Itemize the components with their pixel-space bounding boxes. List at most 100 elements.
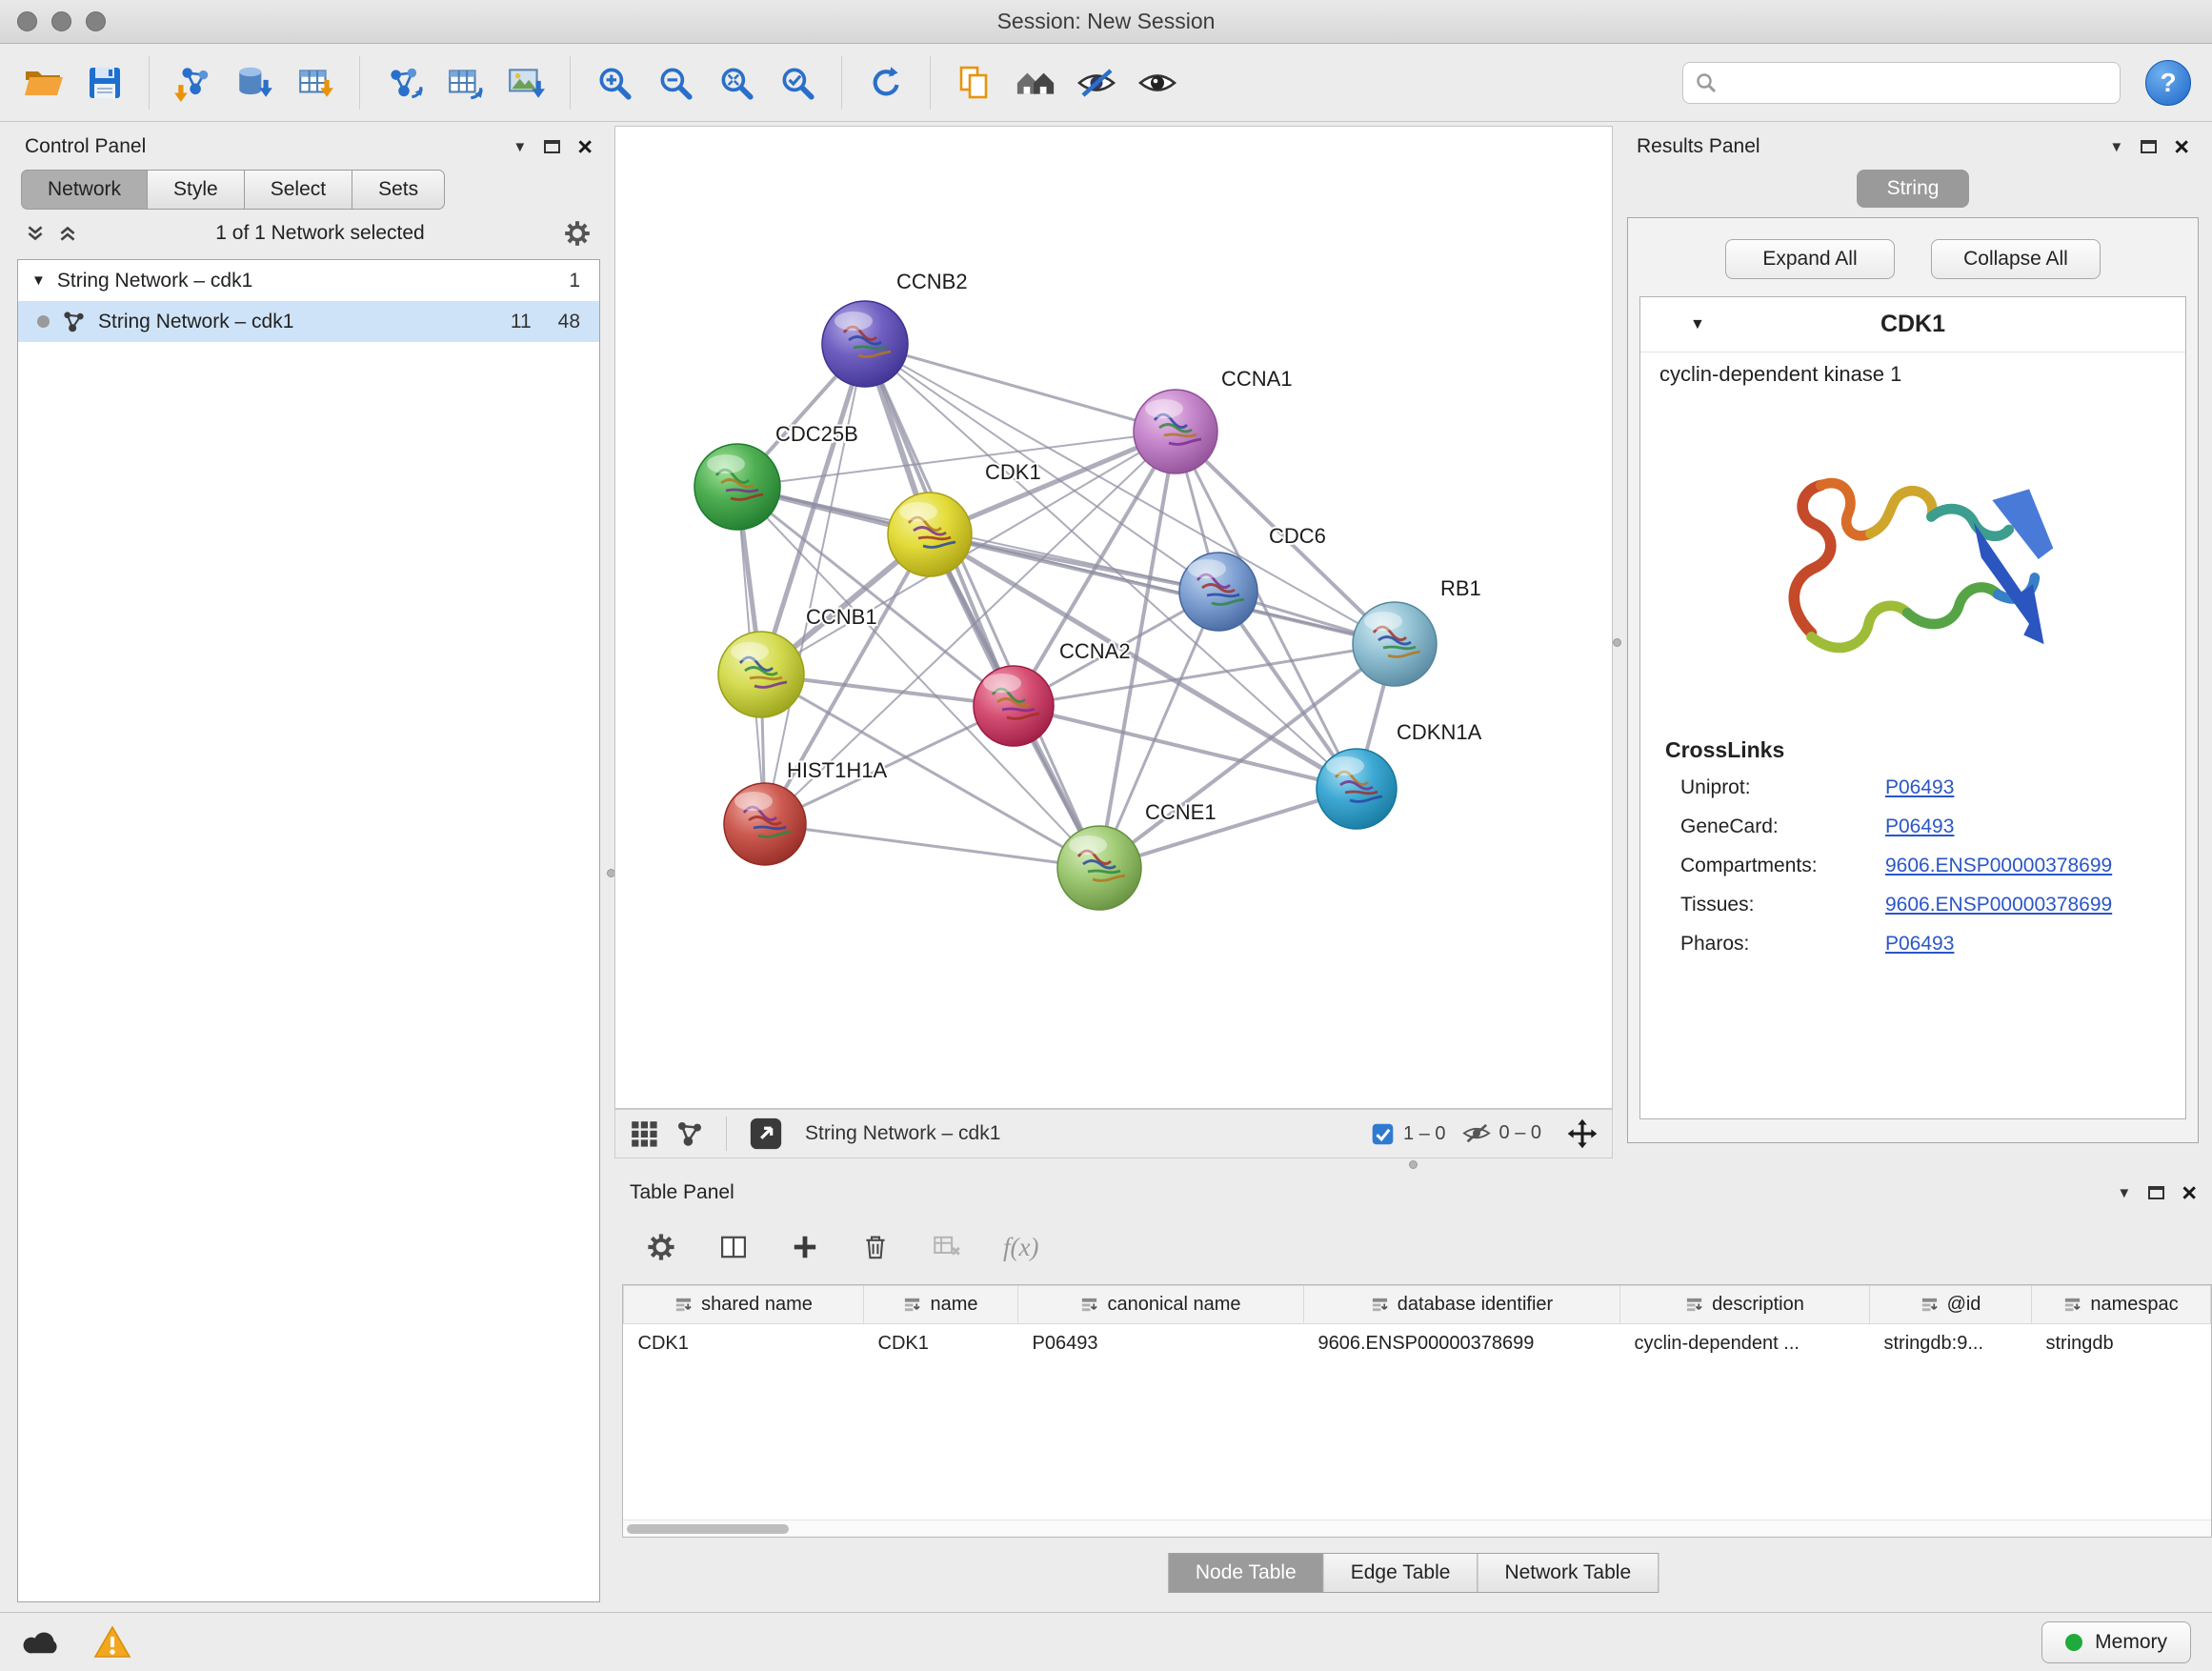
hidden-eye-slash-icon[interactable] — [1461, 1119, 1492, 1147]
hide-graphics-details-button[interactable] — [1068, 53, 1125, 112]
network-collection-row[interactable]: ▼ String Network – cdk1 1 — [18, 260, 599, 301]
show-graphics-details-button[interactable] — [1129, 53, 1186, 112]
zoom-in-button[interactable] — [586, 53, 643, 112]
zoom-fit-button[interactable] — [708, 53, 765, 112]
selected-checkbox-icon[interactable] — [1370, 1121, 1396, 1147]
cloud-icon[interactable] — [21, 1626, 65, 1658]
zoom-window-button[interactable] — [86, 11, 106, 31]
tab-edge-table[interactable]: Edge Table — [1323, 1553, 1478, 1593]
export-image-button[interactable] — [497, 53, 554, 112]
import-network-database-button[interactable] — [226, 53, 283, 112]
tab-string[interactable]: String — [1857, 170, 1970, 208]
network-node-CCNB1[interactable]: CCNB1 — [718, 605, 877, 717]
network-edge[interactable] — [865, 344, 1099, 868]
network-node-CCNA1[interactable]: CCNA1 — [1134, 367, 1293, 473]
column-header[interactable]: database identifier — [1304, 1286, 1620, 1324]
cell-description[interactable]: cyclin-dependent ... — [1620, 1324, 1870, 1364]
network-canvas[interactable]: CCNB2CCNA1CDC25BCDK1CDC6RB1CCNB1CCNA2CDK… — [614, 126, 1613, 1109]
compartments-link[interactable]: 9606.ENSP00000378699 — [1885, 855, 2166, 877]
column-header[interactable]: namespac — [2032, 1286, 2211, 1324]
tab-network-table[interactable]: Network Table — [1477, 1553, 1659, 1593]
column-header[interactable]: shared name — [624, 1286, 864, 1324]
collapse-all-button[interactable]: Collapse All — [1931, 239, 2101, 279]
float-panel-icon[interactable] — [2141, 140, 2157, 153]
show-columns-icon[interactable] — [717, 1231, 750, 1263]
genecard-link[interactable]: P06493 — [1885, 815, 2166, 838]
network-row[interactable]: String Network – cdk1 11 48 — [18, 301, 599, 342]
left-splitter[interactable] — [608, 126, 614, 1610]
delete-table-icon[interactable] — [931, 1231, 963, 1263]
single-view-icon[interactable] — [674, 1118, 705, 1149]
delete-column-trash-icon[interactable] — [860, 1232, 891, 1262]
column-header[interactable]: @id — [1870, 1286, 2032, 1324]
network-node-CDC6[interactable]: CDC6 — [1179, 524, 1326, 631]
cell-shared-name[interactable]: CDK1 — [624, 1324, 864, 1364]
reapply-layout-button[interactable] — [857, 53, 915, 112]
show-panels-button[interactable] — [1007, 53, 1064, 112]
tissues-link[interactable]: 9606.ENSP00000378699 — [1885, 894, 2166, 916]
panel-menu-icon[interactable]: ▼ — [2109, 139, 2123, 155]
memory-button[interactable]: Memory — [2041, 1621, 2191, 1663]
zoom-selected-button[interactable] — [769, 53, 826, 112]
export-table-button[interactable] — [436, 53, 493, 112]
network-edge[interactable] — [930, 534, 1395, 644]
collapse-all-icon[interactable] — [25, 223, 46, 244]
tab-sets[interactable]: Sets — [352, 170, 445, 210]
tab-style[interactable]: Style — [147, 170, 244, 210]
network-node-CDKN1A[interactable]: CDKN1A — [1317, 720, 1482, 829]
cell-id[interactable]: stringdb:9... — [1870, 1324, 2032, 1364]
network-node-CCNE1[interactable]: CCNE1 — [1057, 800, 1217, 910]
network-edge[interactable] — [865, 344, 1395, 644]
tab-network[interactable]: Network — [21, 170, 147, 210]
export-network-button[interactable] — [375, 53, 432, 112]
close-panel-icon[interactable]: × — [577, 134, 593, 160]
close-panel-icon[interactable]: × — [2174, 134, 2189, 160]
cell-database-identifier[interactable]: 9606.ENSP00000378699 — [1304, 1324, 1620, 1364]
column-header[interactable]: description — [1620, 1286, 1870, 1324]
collapse-caret-icon[interactable]: ▼ — [1690, 316, 1705, 333]
protein-card-header[interactable]: ▼ CDK1 — [1640, 297, 2185, 352]
column-header[interactable]: canonical name — [1018, 1286, 1304, 1324]
scrollbar-thumb[interactable] — [627, 1524, 789, 1534]
gear-icon[interactable] — [562, 218, 593, 249]
cell-namespace[interactable]: stringdb — [2032, 1324, 2211, 1364]
import-network-button[interactable] — [165, 53, 222, 112]
import-table-button[interactable] — [287, 53, 344, 112]
network-graph[interactable]: CCNB2CCNA1CDC25BCDK1CDC6RB1CCNB1CCNA2CDK… — [615, 127, 1612, 1108]
bottom-splitter[interactable] — [614, 1158, 2212, 1172]
minimize-window-button[interactable] — [51, 11, 71, 31]
search-input[interactable] — [1727, 72, 2108, 94]
grid-view-icon[interactable] — [629, 1118, 659, 1149]
float-panel-icon[interactable] — [2148, 1186, 2164, 1199]
expand-all-button[interactable]: Expand All — [1725, 239, 1895, 279]
help-button[interactable]: ? — [2145, 60, 2191, 106]
pharos-link[interactable]: P06493 — [1885, 933, 2166, 956]
column-header[interactable]: name — [864, 1286, 1018, 1324]
add-column-icon[interactable] — [790, 1232, 820, 1262]
detach-view-icon[interactable] — [748, 1116, 784, 1152]
tab-select[interactable]: Select — [244, 170, 352, 210]
network-edge[interactable] — [765, 824, 1099, 868]
network-edge[interactable] — [761, 432, 1176, 674]
network-edge[interactable] — [865, 344, 1176, 432]
copy-document-button[interactable] — [946, 53, 1003, 112]
tab-node-table[interactable]: Node Table — [1168, 1553, 1323, 1593]
tree-expand-icon[interactable]: ▼ — [31, 272, 46, 289]
table-settings-gear-icon[interactable] — [645, 1231, 677, 1263]
zoom-out-button[interactable] — [647, 53, 704, 112]
network-node-RB1[interactable]: RB1 — [1353, 576, 1481, 686]
pan-crosshair-icon[interactable] — [1566, 1117, 1599, 1150]
network-edge[interactable] — [765, 344, 865, 824]
right-splitter[interactable] — [1613, 126, 1621, 1158]
function-builder-button[interactable]: f(x) — [1003, 1233, 1038, 1262]
close-panel-icon[interactable]: × — [2182, 1180, 2197, 1206]
float-panel-icon[interactable] — [544, 140, 560, 153]
cell-name[interactable]: CDK1 — [864, 1324, 1018, 1364]
open-session-button[interactable] — [15, 53, 72, 112]
uniprot-link[interactable]: P06493 — [1885, 776, 2166, 799]
close-window-button[interactable] — [17, 11, 37, 31]
expand-all-icon[interactable] — [57, 223, 78, 244]
panel-menu-icon[interactable]: ▼ — [2117, 1185, 2131, 1201]
network-node-HIST1H1A[interactable]: HIST1H1A — [724, 758, 887, 865]
horizontal-scrollbar[interactable] — [623, 1520, 2211, 1537]
